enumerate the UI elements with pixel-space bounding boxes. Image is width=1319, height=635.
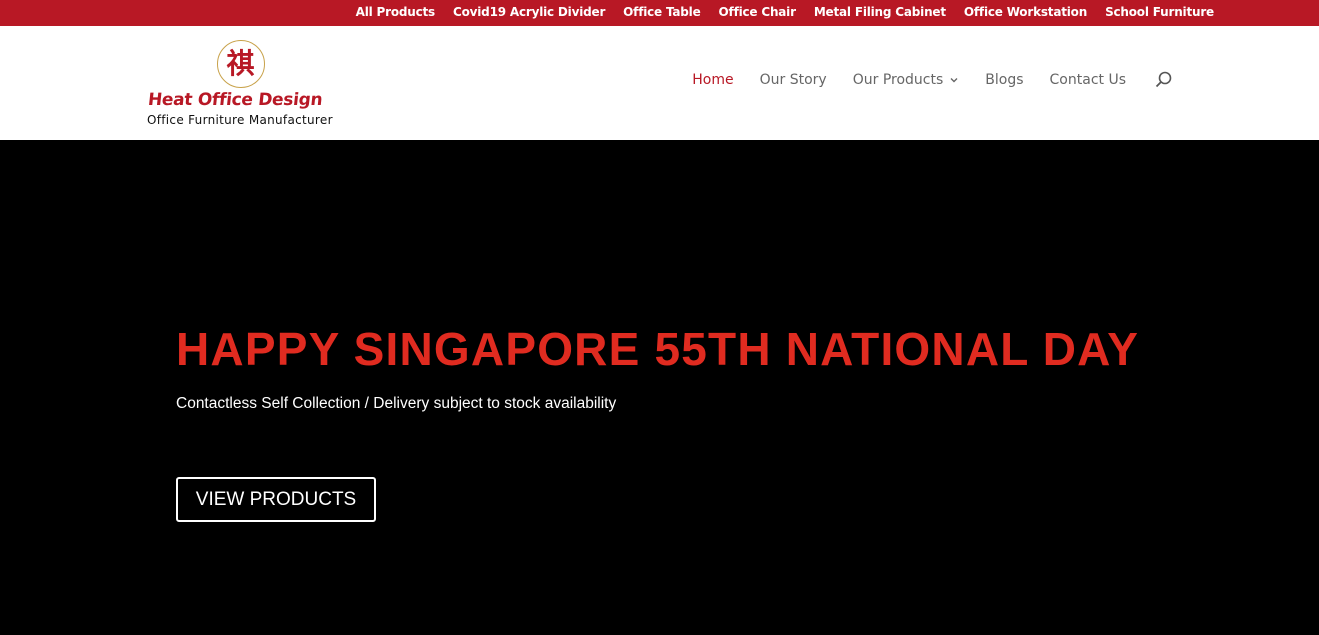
top-menu-metal-filing-cabinet[interactable]: Metal Filing Cabinet — [814, 5, 946, 19]
nav-item-label: Blogs — [985, 72, 1024, 88]
nav-item-label: Our Story — [759, 72, 827, 88]
logo-tagline: Office Furniture Manufacturer — [147, 113, 333, 127]
top-bar: All Products Covid19 Acrylic Divider Off… — [0, 0, 1319, 26]
top-menu-school-furniture[interactable]: School Furniture — [1105, 5, 1214, 19]
hero-subtitle: Contactless Self Collection / Delivery s… — [176, 395, 617, 412]
nav-item-label: Contact Us — [1049, 72, 1126, 88]
main-nav: Home Our Story Our Products Blogs Contac… — [692, 70, 1174, 90]
nav-item-our-story[interactable]: Our Story — [760, 72, 827, 88]
logo-emblem-character: 祺 — [226, 46, 255, 80]
search-icon[interactable] — [1154, 70, 1174, 90]
site-logo[interactable]: 祺 Heat Office Design Office Furniture Ma… — [146, 40, 338, 130]
top-menu-covid19-acrylic-divider[interactable]: Covid19 Acrylic Divider — [453, 5, 605, 19]
site-header: 祺 Heat Office Design Office Furniture Ma… — [0, 26, 1319, 140]
top-menu-office-workstation[interactable]: Office Workstation — [964, 5, 1087, 19]
top-menu-office-table[interactable]: Office Table — [623, 5, 701, 19]
top-menu: All Products Covid19 Acrylic Divider Off… — [356, 0, 1215, 24]
chevron-down-icon — [950, 78, 958, 83]
nav-item-our-products[interactable]: Our Products — [853, 72, 960, 88]
nav-item-contact-us[interactable]: Contact Us — [1050, 72, 1126, 88]
top-menu-office-chair[interactable]: Office Chair — [719, 5, 796, 19]
hero-banner: HAPPY SINGAPORE 55TH NATIONAL DAY Contac… — [0, 140, 1319, 635]
logo-name: Heat Office Design — [146, 90, 324, 110]
nav-item-blogs[interactable]: Blogs — [985, 72, 1023, 88]
nav-item-home[interactable]: Home — [692, 72, 733, 88]
nav-item-label: Our Products — [852, 72, 944, 88]
top-menu-all-products[interactable]: All Products — [356, 5, 436, 19]
nav-item-label: Home — [692, 72, 734, 88]
hero-title: HAPPY SINGAPORE 55TH NATIONAL DAY — [176, 323, 1140, 375]
view-products-button[interactable]: VIEW PRODUCTS — [176, 477, 376, 522]
logo-emblem-icon: 祺 — [217, 40, 265, 88]
